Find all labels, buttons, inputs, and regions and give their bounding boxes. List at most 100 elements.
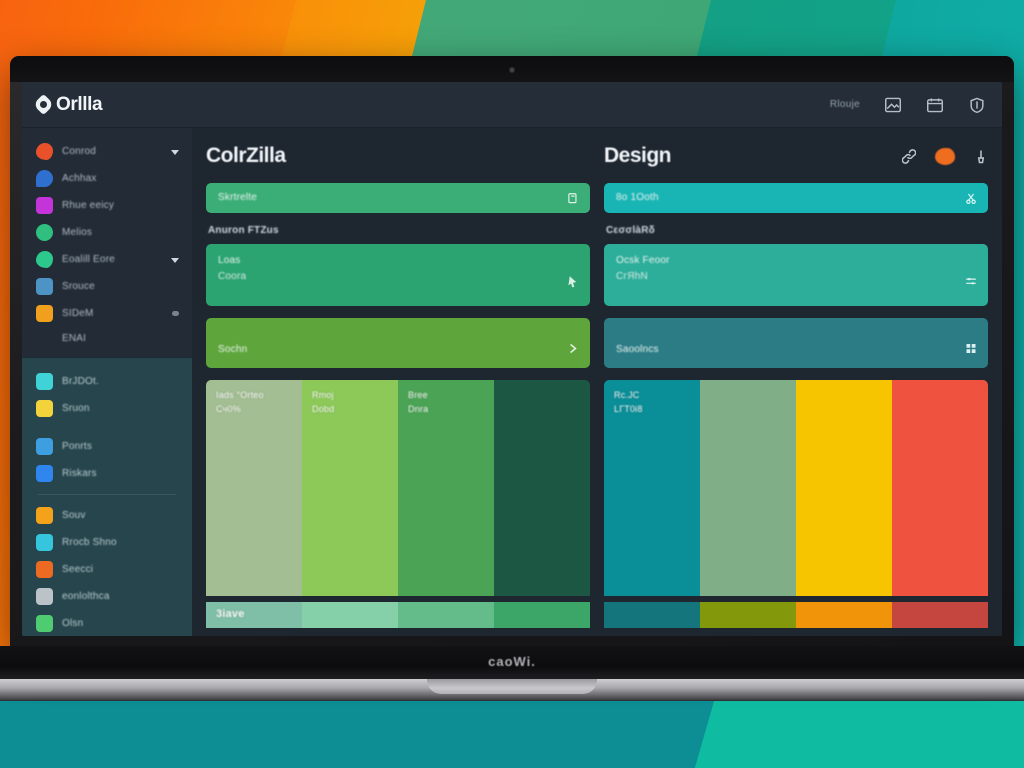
color-swatch[interactable] — [892, 602, 988, 628]
sidebar-item-enai[interactable]: ENAI — [22, 327, 192, 349]
color-swatch[interactable] — [494, 602, 590, 628]
laptop-lid: Orllla Rlouje Conrod Achhax Rhue eeicy M… — [10, 56, 1014, 648]
sidebar-item-label: Eoalill Eore — [62, 254, 115, 265]
copy-icon[interactable] — [567, 192, 579, 205]
topbar-right-label: Rlouje — [829, 99, 860, 110]
app-brand-name: Orllla — [56, 93, 103, 115]
sidebar-item-seecci[interactable]: Seecci — [22, 556, 192, 583]
sidebar-item-ponrts[interactable]: Ponrts — [22, 433, 192, 460]
card-right-primary-line2: CгЯhN — [616, 270, 648, 282]
color-swatch[interactable] — [398, 602, 494, 628]
search-bar-left[interactable]: Skrtrelte — [206, 183, 590, 213]
search-input-right[interactable]: 8o 1Ooth — [616, 190, 659, 206]
sidebar-item-label: ENAI — [62, 332, 87, 344]
search-bar-right[interactable]: 8o 1Ooth — [604, 183, 988, 213]
color-swatch-value: Сч0% — [216, 403, 241, 414]
color-swatch-label: 3iave — [216, 608, 245, 620]
color-swatch-value: Dnra — [408, 403, 429, 414]
pointer-icon[interactable] — [567, 275, 579, 288]
sidebar-item-icon — [36, 143, 53, 160]
sidebar-item-icon — [36, 251, 53, 268]
sidebar-item-achhax[interactable]: Achhax — [22, 165, 192, 192]
chevron-icon[interactable] — [567, 342, 579, 355]
card-left-primary-line1: Loas — [218, 255, 241, 266]
color-swatch[interactable] — [494, 380, 590, 596]
image-swatch-icon[interactable] — [884, 97, 902, 113]
color-swatch[interactable]: Rmoj Dobd — [302, 380, 398, 596]
color-swatch[interactable] — [302, 602, 398, 628]
card-left-primary[interactable]: Loas Coora — [206, 244, 590, 306]
sidebar-item-rrocb-shno[interactable]: Rrocb Shno — [22, 529, 192, 556]
shield-icon[interactable] — [968, 97, 986, 113]
color-swatch[interactable]: 3iave — [206, 602, 302, 628]
sidebar-item-icon — [36, 305, 53, 322]
sidebar-item-melios[interactable]: Melios — [22, 219, 192, 246]
laptop-top-bezel — [10, 56, 1014, 82]
sliders-icon[interactable] — [965, 275, 977, 288]
screenshot-stage: Orllla Rlouje Conrod Achhax Rhue eeicy M… — [0, 0, 1024, 768]
calendar-icon[interactable] — [926, 97, 944, 113]
chevron-down-icon[interactable] — [171, 257, 179, 263]
chevron-down-icon[interactable] — [171, 149, 179, 155]
sidebar-item-label: BrJDOt. — [62, 376, 99, 387]
scissors-icon[interactable] — [965, 192, 977, 205]
sidebar-item-label: Souv — [62, 510, 86, 521]
sidebar-item-eonlolthca[interactable]: eonlolthca — [22, 583, 192, 610]
orange-blob-icon[interactable] — [935, 147, 955, 165]
card-left-secondary-line1: Sochn — [218, 343, 248, 355]
sidebar-item-label: Olsn — [62, 618, 84, 629]
laptop-base-upper: caoWi. — [0, 646, 1024, 680]
card-right-primary-line1: Ocsk Feoor — [616, 255, 670, 266]
grid-icon[interactable] — [965, 342, 977, 355]
sidebar-item-olsn[interactable]: Olsn — [22, 610, 192, 636]
sidebar-item-label: Melios — [62, 227, 93, 238]
swatch-grid-left: Iads °Orteo Сч0% Rmoj Dobd Bree Dnra — [206, 380, 590, 596]
toggle-pill-icon[interactable] — [172, 310, 179, 316]
page-title-left: ColrZilla — [206, 144, 286, 167]
sidebar-item-riskars[interactable]: Riskars — [22, 460, 192, 487]
color-swatch[interactable]: Iads °Orteo Сч0% — [206, 380, 302, 596]
sidebar-item-label: Riskars — [62, 468, 97, 479]
search-input-left[interactable]: Skrtrelte — [218, 190, 257, 206]
sidebar-item-label: Rhue eeicy — [62, 200, 115, 211]
app-brand[interactable]: Orllla — [32, 93, 103, 116]
card-right-secondary-line1: Saoolncs — [616, 343, 659, 355]
color-swatch[interactable] — [796, 380, 892, 596]
sidebar-item-icon — [36, 465, 53, 482]
color-swatch[interactable] — [700, 602, 796, 628]
card-right-secondary[interactable]: Saoolncs — [604, 318, 988, 368]
color-swatch[interactable]: Rc.JC LГT0i8 — [604, 380, 700, 596]
sidebar-item-icon — [36, 170, 53, 187]
app-topbar: Orllla Rlouje — [22, 82, 1002, 128]
laptop-brand-text: caoWi. — [488, 654, 536, 669]
card-right-primary[interactable]: Ocsk Feoor CгЯhN — [604, 244, 988, 306]
color-swatch[interactable] — [700, 380, 796, 596]
sidebar-item-rhue-eeicy[interactable]: Rhue eeicy — [22, 192, 192, 219]
sidebar-item-sruon[interactable]: Sruon — [22, 395, 192, 422]
sidebar-item-label: Ponrts — [62, 441, 93, 452]
panel-actions-right — [902, 147, 988, 165]
link-icon[interactable] — [902, 148, 916, 164]
sidebar-item-souv[interactable]: Souv — [22, 502, 192, 529]
brush-icon[interactable] — [974, 149, 988, 164]
color-swatch[interactable] — [892, 380, 988, 596]
sidebar-item-conrod[interactable]: Conrod — [22, 138, 192, 165]
panel-header-right: Design — [604, 142, 988, 170]
color-swatch[interactable]: Bree Dnra — [398, 380, 494, 596]
panel-colorzilla: ColrZilla Skrtrelte Anuron FTZus Loas Co… — [206, 142, 590, 636]
sidebar-item-icon — [36, 278, 53, 295]
color-swatch[interactable] — [796, 602, 892, 628]
sidebar-item-sidem[interactable]: SIDeM — [22, 300, 192, 327]
sidebar-item-label: Rrocb Shno — [62, 537, 117, 548]
color-swatch-label: Iads °Orteo — [216, 390, 264, 400]
background-bottom-right — [685, 700, 1024, 768]
sidebar-item-icon — [36, 561, 53, 578]
sidebar-item-icon — [36, 507, 53, 524]
card-left-secondary[interactable]: Sochn — [206, 318, 590, 368]
sidebar-item-eoalill-eore[interactable]: Eoalill Eore — [22, 246, 192, 273]
sidebar-item-icon — [36, 615, 53, 632]
sidebar-item-brjdot[interactable]: BrJDOt. — [22, 368, 192, 395]
sidebar-item-srouce[interactable]: Srouce — [22, 273, 192, 300]
sidebar-divider — [38, 494, 176, 495]
color-swatch[interactable] — [604, 602, 700, 628]
